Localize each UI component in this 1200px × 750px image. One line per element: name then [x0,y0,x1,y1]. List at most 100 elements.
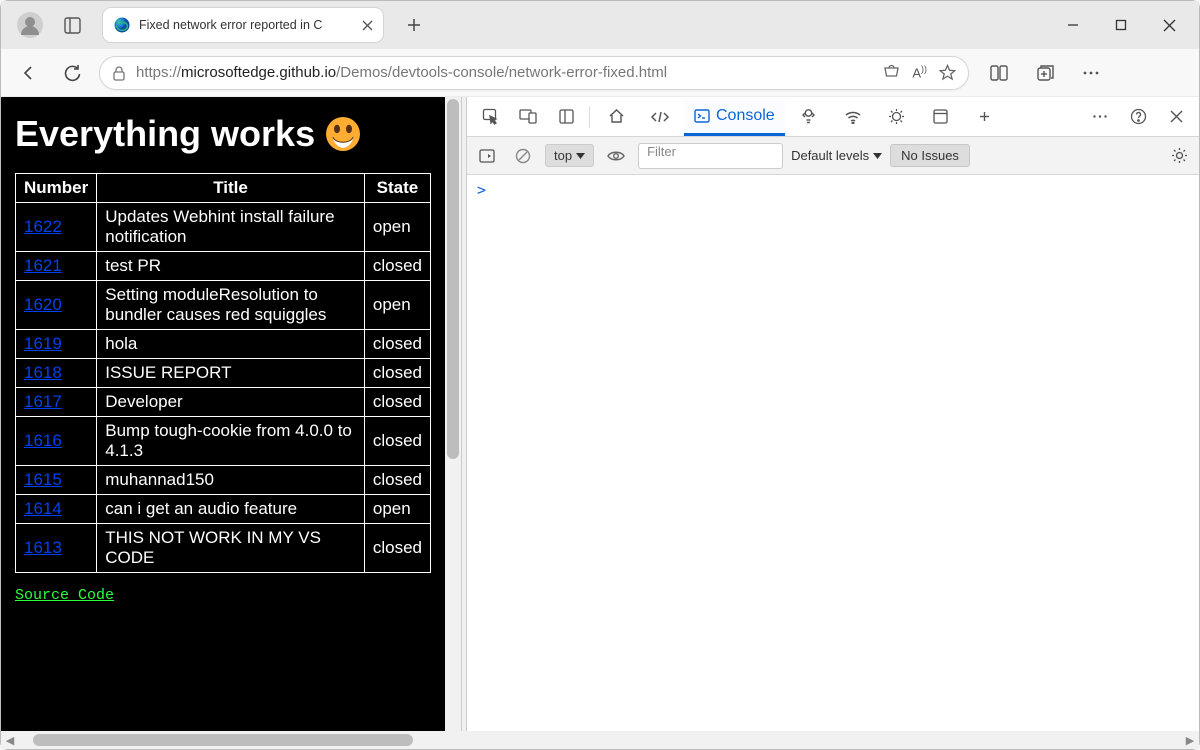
read-aloud-icon[interactable]: A)) [912,64,927,81]
lock-icon [112,65,126,81]
issue-title: Setting moduleResolution to bundler caus… [97,281,365,330]
back-button[interactable] [11,55,47,91]
col-title: Title [97,174,365,203]
issue-title: THIS NOT WORK IN MY VS CODE [97,524,365,573]
toggle-sidebar-icon[interactable] [473,142,501,170]
table-row: 1622 Updates Webhint install failure noti… [16,203,431,252]
devtools-panel: Console top Filter Default levels No Iss… [467,97,1199,731]
table-row: 1619 holaclosed [16,330,431,359]
console-output[interactable]: > [467,175,1199,731]
window-minimize-button[interactable] [1051,8,1095,42]
split-screen-icon[interactable] [981,55,1017,91]
table-row: 1613 THIS NOT WORK IN MY VS CODEclosed [16,524,431,573]
issues-table: Number Title State 1622 Updates Webhint i… [15,173,431,573]
issue-number-link[interactable]: 1620 [24,295,62,314]
issue-state: closed [364,388,430,417]
elements-tab-icon[interactable] [640,100,680,134]
application-tab-icon[interactable] [921,100,961,134]
tab-actions-icon[interactable] [55,8,89,42]
issue-number-link[interactable]: 1616 [24,431,62,450]
address-bar: https://microsoftedge.github.io/Demos/de… [1,49,1199,97]
page-heading: Everything works [15,113,431,155]
issue-title: Bump tough-cookie from 4.0.0 to 4.1.3 [97,417,365,466]
dock-side-icon[interactable] [549,100,583,134]
devtools-help-icon[interactable] [1121,100,1155,134]
sources-tab-icon[interactable] [789,100,829,134]
issue-state: closed [364,417,430,466]
horizontal-scrollbar[interactable]: ◀ ▶ [1,731,1199,749]
url-proto: https:// [136,64,181,81]
performance-tab-icon[interactable] [877,100,917,134]
log-levels-selector[interactable]: Default levels [791,148,882,163]
issue-title: hola [97,330,365,359]
table-row: 1617 Developerclosed [16,388,431,417]
collections-icon[interactable] [1027,55,1063,91]
tab-title: Fixed network error reported in C [139,18,322,32]
browser-tab[interactable]: Fixed network error reported in C [103,8,383,42]
col-number: Number [16,174,97,203]
devtools-toolbar: Console [467,97,1199,137]
issue-number-link[interactable]: 1619 [24,334,62,353]
inspect-element-icon[interactable] [473,100,507,134]
issue-number-link[interactable]: 1622 [24,217,62,236]
issue-title: ISSUE REPORT [97,359,365,388]
shopping-icon[interactable] [883,64,900,81]
console-settings-icon[interactable] [1165,142,1193,170]
issue-title: test PR [97,252,365,281]
console-prompt-icon: > [477,181,486,199]
issue-number-link[interactable]: 1615 [24,470,62,489]
issue-state: closed [364,252,430,281]
title-bar: Fixed network error reported in C [1,1,1199,49]
more-tabs-button[interactable] [965,100,1005,134]
table-row: 1618 ISSUE REPORTclosed [16,359,431,388]
profile-avatar[interactable] [17,12,43,38]
issue-state: closed [364,524,430,573]
vertical-scrollbar[interactable] [445,97,461,731]
page-viewport: Everything works Number Title State 1622… [1,97,461,731]
devtools-close-icon[interactable] [1159,100,1193,134]
source-code-link[interactable]: Source Code [15,587,114,604]
device-toggle-icon[interactable] [511,100,545,134]
issue-state: closed [364,330,430,359]
more-menu-icon[interactable] [1073,55,1109,91]
issue-number-link[interactable]: 1621 [24,256,62,275]
favorite-star-icon[interactable] [939,64,956,81]
table-row: 1621 test PRclosed [16,252,431,281]
issue-state: open [364,495,430,524]
issue-number-link[interactable]: 1617 [24,392,62,411]
grin-emoji-icon [325,116,361,152]
table-row: 1614 can i get an audio featureopen [16,495,431,524]
live-expression-icon[interactable] [602,142,630,170]
context-selector[interactable]: top [545,144,594,167]
url-box[interactable]: https://microsoftedge.github.io/Demos/de… [99,56,969,90]
new-tab-button[interactable] [397,8,431,42]
issues-button[interactable]: No Issues [890,144,970,167]
issue-title: Developer [97,388,365,417]
issue-number-link[interactable]: 1613 [24,538,62,557]
issue-number-link[interactable]: 1614 [24,499,62,518]
tab-close-icon[interactable] [362,20,373,31]
console-filter-bar: top Filter Default levels No Issues [467,137,1199,175]
issue-state: open [364,281,430,330]
issue-state: closed [364,466,430,495]
issue-state: open [364,203,430,252]
url-text: https://microsoftedge.github.io/Demos/de… [136,64,667,81]
window-close-button[interactable] [1147,8,1191,42]
network-tab-icon[interactable] [833,100,873,134]
col-state: State [364,174,430,203]
filter-input[interactable]: Filter [638,143,783,169]
clear-console-icon[interactable] [509,142,537,170]
issue-title: muhannad150 [97,466,365,495]
edge-favicon [113,16,131,34]
issue-state: closed [364,359,430,388]
window-maximize-button[interactable] [1099,8,1143,42]
console-tab[interactable]: Console [684,98,785,136]
welcome-tab-icon[interactable] [596,100,636,134]
devtools-more-icon[interactable] [1083,100,1117,134]
table-row: 1620 Setting moduleResolution to bundler … [16,281,431,330]
issue-title: Updates Webhint install failure notifica… [97,203,365,252]
refresh-button[interactable] [55,55,91,91]
issue-title: can i get an audio feature [97,495,365,524]
table-row: 1616 Bump tough-cookie from 4.0.0 to 4.1.… [16,417,431,466]
issue-number-link[interactable]: 1618 [24,363,62,382]
